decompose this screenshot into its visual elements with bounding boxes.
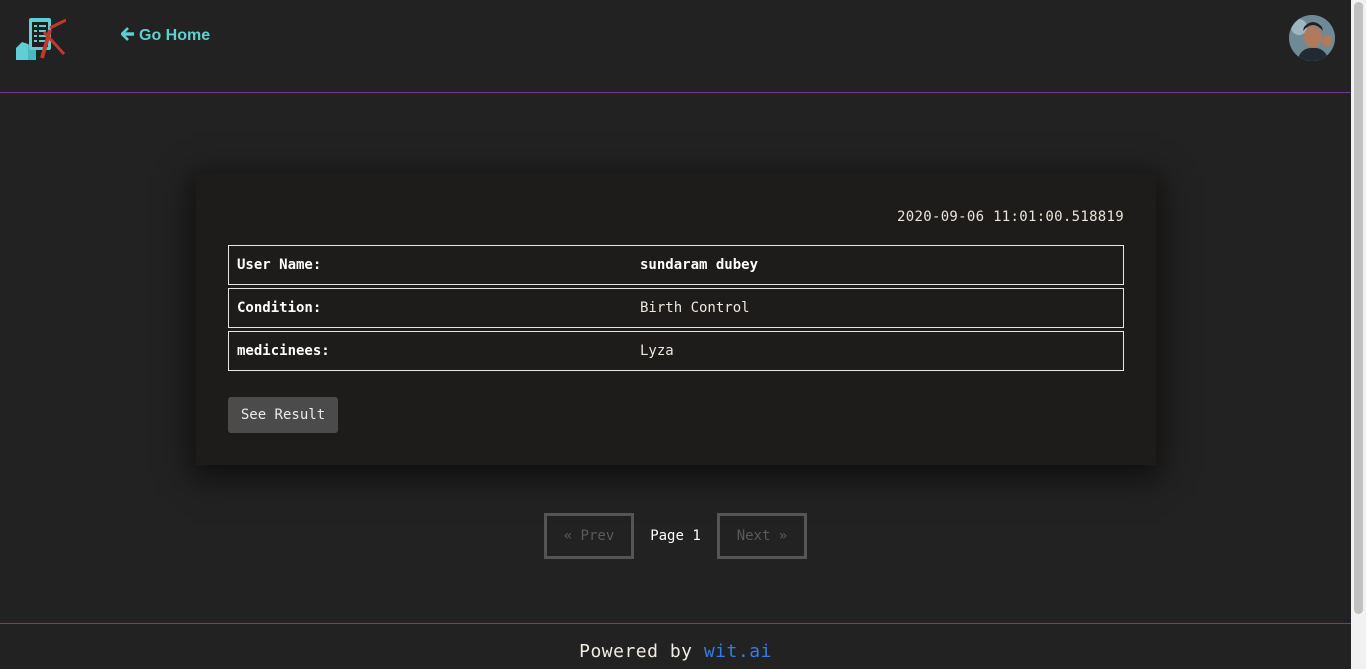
table-row-medicines: medicinees: Lyza bbox=[228, 331, 1124, 371]
condition-value: Birth Control bbox=[640, 300, 750, 316]
record-timestamp: 2020-09-06 11:01:00.518819 bbox=[897, 209, 1124, 225]
prev-page-button[interactable]: « Prev bbox=[544, 513, 634, 559]
table-row-user-name: User Name: sundaram dubey bbox=[228, 245, 1124, 285]
user-avatar[interactable] bbox=[1289, 15, 1335, 61]
record-card: 2020-09-06 11:01:00.518819 User Name: su… bbox=[196, 173, 1156, 465]
footer: Powered by wit.ai bbox=[0, 623, 1351, 669]
wit-ai-link[interactable]: wit.ai bbox=[704, 641, 772, 662]
condition-key: Condition: bbox=[237, 300, 322, 316]
table-row-condition: Condition: Birth Control bbox=[228, 288, 1124, 328]
user-name-key: User Name: bbox=[237, 257, 322, 273]
page: Go Home 2020-09-06 11:01:00.518819 User … bbox=[0, 0, 1366, 669]
record-info-table: User Name: sundaram dubey Condition: Bir… bbox=[228, 245, 1124, 371]
main-area: Go Home 2020-09-06 11:01:00.518819 User … bbox=[0, 0, 1351, 669]
medicines-value: Lyza bbox=[640, 343, 674, 359]
go-home-link[interactable]: Go Home bbox=[120, 26, 211, 46]
arrow-left-icon bbox=[120, 27, 135, 45]
medicines-key: medicinees: bbox=[237, 343, 330, 359]
header: Go Home bbox=[0, 0, 1351, 93]
next-page-button[interactable]: Next » bbox=[717, 513, 807, 559]
pagination: « Prev Page 1 Next » bbox=[544, 513, 807, 559]
user-name-value: sundaram dubey bbox=[640, 257, 759, 273]
vertical-scrollbar[interactable] bbox=[1351, 0, 1366, 669]
scrollbar-thumb[interactable] bbox=[1354, 2, 1363, 614]
footer-text: Powered by wit.ai bbox=[0, 641, 1351, 663]
page-indicator: Page 1 bbox=[650, 528, 701, 544]
powered-by-label: Powered by bbox=[579, 641, 693, 662]
see-result-button[interactable]: See Result bbox=[228, 397, 338, 433]
clipboard-hand-logo-icon[interactable] bbox=[14, 14, 67, 62]
go-home-label: Go Home bbox=[139, 27, 211, 44]
